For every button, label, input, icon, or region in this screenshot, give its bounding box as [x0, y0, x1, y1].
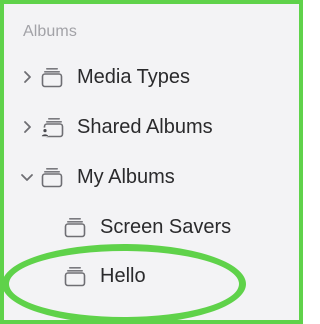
sidebar-item-label: Shared Albums — [77, 115, 213, 138]
sidebar-item-label: My Albums — [77, 165, 175, 188]
albums-sidebar-panel: Albums Media Types Shared Albums My Albu… — [0, 0, 303, 324]
sidebar-item-label: Media Types — [77, 65, 191, 88]
sidebar-item-my-albums[interactable]: My Albums — [19, 162, 175, 192]
sidebar-item-label: Hello — [100, 264, 146, 287]
chevron-right-icon[interactable] — [19, 119, 35, 135]
album-stack-icon — [62, 264, 88, 288]
album-stack-icon — [39, 165, 65, 189]
shared-album-icon — [39, 115, 65, 139]
chevron-right-icon[interactable] — [19, 69, 35, 85]
sidebar-item-screen-savers[interactable]: Screen Savers — [62, 212, 231, 242]
section-title-albums: Albums — [23, 23, 77, 40]
sidebar-item-hello[interactable]: Hello — [62, 261, 146, 291]
sidebar-item-media-types[interactable]: Media Types — [19, 62, 190, 92]
sidebar-item-shared-albums[interactable]: Shared Albums — [19, 112, 213, 142]
sidebar-item-label: Screen Savers — [100, 215, 232, 238]
album-stack-icon — [39, 65, 65, 89]
album-stack-icon — [62, 215, 88, 239]
chevron-down-icon[interactable] — [19, 169, 35, 185]
